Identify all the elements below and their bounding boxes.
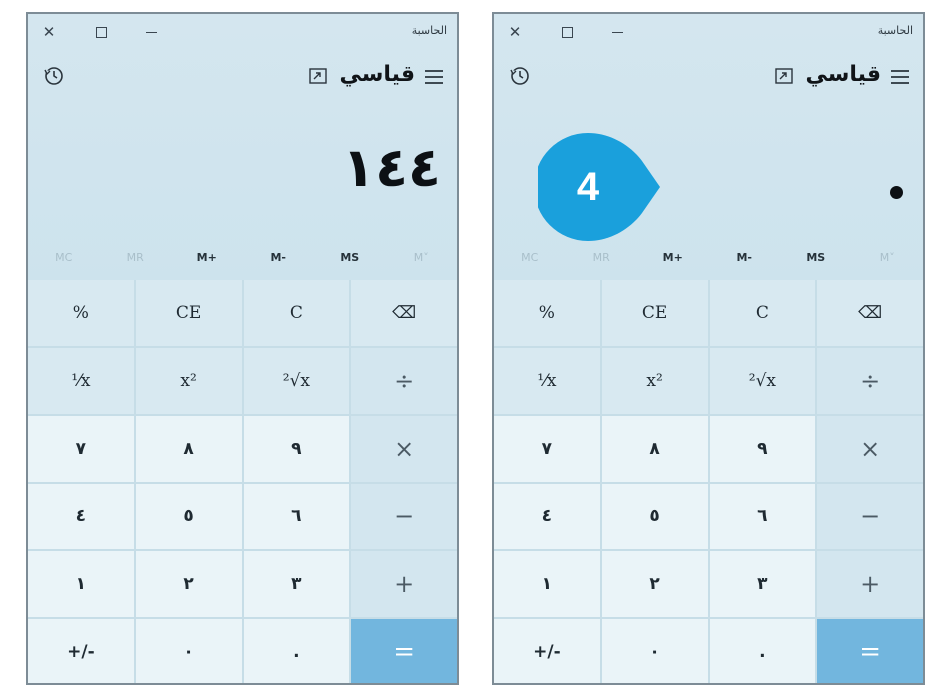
app-title: الحاسبة: [411, 24, 447, 37]
add-key[interactable]: +: [817, 551, 923, 618]
memory-button-m-plus[interactable]: M+: [637, 240, 709, 276]
title-bar: ✕ الحاسبة: [28, 14, 457, 50]
digit-5-key[interactable]: ٥: [601, 483, 708, 550]
digit-9-key[interactable]: ٩: [709, 415, 816, 482]
digit-8-key[interactable]: ٨: [601, 415, 708, 482]
memory-button-mr: MR: [126, 251, 144, 264]
memory-row: MC MR M+ M- MS M˅: [494, 240, 923, 276]
step-badge-number: 4: [576, 164, 600, 209]
memory-row: MC MR M+ M- MS M˅: [28, 240, 457, 276]
maximize-button[interactable]: [88, 20, 114, 44]
minimize-icon: [611, 31, 623, 34]
display-value: ١٤٤: [342, 136, 441, 199]
memory-button-mc: MC: [521, 251, 539, 264]
close-button[interactable]: ✕: [36, 20, 62, 44]
decimal-key[interactable]: .: [243, 619, 350, 683]
square-root-key[interactable]: ²√x: [243, 347, 350, 414]
reciprocal-key[interactable]: ⅟x: [28, 347, 134, 414]
close-icon: ✕: [42, 23, 56, 41]
digit-1-key[interactable]: ١: [28, 551, 134, 618]
square-key[interactable]: x²: [135, 347, 242, 414]
memory-button-m: M˅: [879, 251, 895, 264]
digit-2-key[interactable]: ٢: [601, 551, 708, 618]
keep-on-top-icon[interactable]: [775, 68, 793, 84]
multiply-key[interactable]: ×: [817, 415, 923, 482]
digit-6-key[interactable]: ٦: [709, 483, 816, 550]
divide-key[interactable]: ÷: [351, 347, 457, 414]
equals-key[interactable]: =: [351, 619, 457, 683]
digit-4-key[interactable]: ٤: [494, 483, 600, 550]
backspace-key[interactable]: ⌫: [351, 280, 457, 346]
header: قياسي: [28, 60, 457, 100]
digit-6-key[interactable]: ٦: [243, 483, 350, 550]
memory-button-m-minus[interactable]: M-: [709, 240, 781, 276]
digit-2-key[interactable]: ٢: [135, 551, 242, 618]
clear-entry-key[interactable]: CE: [135, 280, 242, 346]
keep-on-top-icon[interactable]: [309, 68, 327, 84]
digit-0-key[interactable]: ٠: [601, 619, 708, 683]
square-root-key[interactable]: ²√x: [709, 347, 816, 414]
history-icon[interactable]: [508, 64, 532, 88]
reciprocal-key[interactable]: ⅟x: [494, 347, 600, 414]
mode-title: قياسي: [339, 62, 415, 87]
memory-button-mc: MC: [55, 251, 73, 264]
digit-4-key[interactable]: ٤: [28, 483, 134, 550]
memory-button-ms[interactable]: MS: [780, 240, 852, 276]
memory-button-mr: MR: [592, 251, 610, 264]
hamburger-menu-icon[interactable]: [425, 70, 443, 84]
memory-button-ms[interactable]: MS: [314, 240, 386, 276]
clear-entry-key[interactable]: CE: [601, 280, 708, 346]
keypad: % CE C ⌫ ⅟x x² ²√x ÷ ٧ ٨ ٩ × ٤ ٥ ٦− ١ ٢ ٣ + +/- ٠. =: [28, 280, 457, 683]
square-key[interactable]: x²: [601, 347, 708, 414]
decimal-key[interactable]: .: [709, 619, 816, 683]
multiply-key[interactable]: ×: [351, 415, 457, 482]
mode-title: قياسي: [805, 62, 881, 87]
memory-button-m-plus[interactable]: M+: [171, 240, 243, 276]
title-bar: ✕ الحاسبة: [494, 14, 923, 50]
digit-0-key[interactable]: ٠: [135, 619, 242, 683]
negate-key[interactable]: +/-: [494, 619, 600, 683]
close-icon: ✕: [508, 23, 522, 41]
minimize-button[interactable]: [604, 20, 630, 44]
minimize-button[interactable]: [138, 20, 164, 44]
step-badge: 4: [534, 133, 660, 241]
subtract-key[interactable]: −: [351, 483, 457, 550]
percent-key[interactable]: %: [494, 280, 600, 346]
divide-key[interactable]: ÷: [817, 347, 923, 414]
clear-key[interactable]: C: [243, 280, 350, 346]
history-icon[interactable]: [42, 64, 66, 88]
keypad: % CE C ⌫ ⅟x x² ²√x ÷ ٧ ٨ ٩ × ٤ ٥ ٦− ١ ٢ ٣ + +/- ٠. =: [494, 280, 923, 683]
digit-5-key[interactable]: ٥: [135, 483, 242, 550]
calculator-window-right: ✕ الحاسبة قياسي MC MR M+ M- MS M˅ % CE C ⌫ ⅟x x² ²√…: [492, 12, 925, 685]
digit-7-key[interactable]: ٧: [28, 415, 134, 482]
negate-key[interactable]: +/-: [28, 619, 134, 683]
digit-3-key[interactable]: ٣: [243, 551, 350, 618]
maximize-icon: [561, 27, 573, 38]
maximize-button[interactable]: [554, 20, 580, 44]
digit-7-key[interactable]: ٧: [494, 415, 600, 482]
calculator-window-left: ✕ الحاسبة قياسي ١٤٤ MC MR M+ M- MS M˅ % CE C ⌫ ⅟x…: [26, 12, 459, 685]
digit-9-key[interactable]: ٩: [243, 415, 350, 482]
digit-1-key[interactable]: ١: [494, 551, 600, 618]
digit-3-key[interactable]: ٣: [709, 551, 816, 618]
memory-button-m: M˅: [413, 251, 429, 264]
backspace-key[interactable]: ⌫: [817, 280, 923, 346]
equals-key[interactable]: =: [817, 619, 923, 683]
close-button[interactable]: ✕: [502, 20, 528, 44]
display-zero-dot: [890, 186, 903, 199]
percent-key[interactable]: %: [28, 280, 134, 346]
app-title: الحاسبة: [877, 24, 913, 37]
digit-8-key[interactable]: ٨: [135, 415, 242, 482]
memory-button-m-minus[interactable]: M-: [243, 240, 315, 276]
hamburger-menu-icon[interactable]: [891, 70, 909, 84]
header: قياسي: [494, 60, 923, 100]
minimize-icon: [145, 31, 157, 34]
clear-key[interactable]: C: [709, 280, 816, 346]
maximize-icon: [95, 27, 107, 38]
add-key[interactable]: +: [351, 551, 457, 618]
subtract-key[interactable]: −: [817, 483, 923, 550]
